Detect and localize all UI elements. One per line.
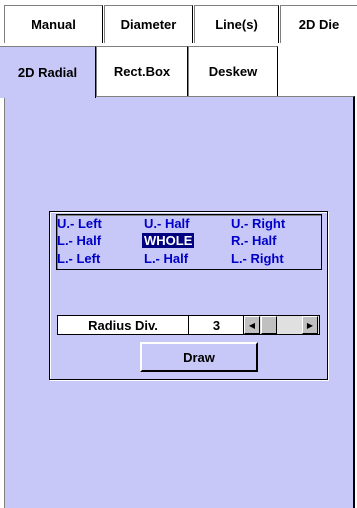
tab-deskew[interactable]: Deskew: [188, 46, 278, 96]
tab-2d-radial[interactable]: 2D Radial: [0, 46, 96, 98]
sector-upper-left[interactable]: U.- Left: [57, 216, 102, 231]
sector-lower-half[interactable]: L.- Half: [144, 251, 188, 266]
scroll-thumb[interactable]: [261, 316, 277, 334]
sector-upper-right[interactable]: U.- Right: [231, 216, 285, 231]
tab-label: Line(s): [215, 17, 258, 32]
tab-rect-box[interactable]: Rect.Box: [96, 46, 188, 96]
sector-left-half[interactable]: L.- Half: [57, 233, 101, 248]
radius-div-value[interactable]: 3: [190, 316, 244, 334]
tab-label: 2D Die: [298, 17, 340, 32]
sector-lower-right[interactable]: L.- Right: [231, 251, 284, 266]
tab-label: Rect.Box: [113, 64, 171, 79]
tab-label: Manual: [31, 17, 76, 32]
tab-2d-die[interactable]: 2D Die: [280, 5, 357, 43]
scroll-right-arrow-icon[interactable]: ▶: [302, 316, 318, 334]
tab-diameter[interactable]: Diameter: [104, 5, 193, 43]
sector-upper-half[interactable]: U.- Half: [144, 216, 190, 231]
tab-manual[interactable]: Manual: [4, 5, 103, 43]
radius-div-scrollbar[interactable]: ◀ ▶: [244, 316, 319, 334]
tab-label: 2D Radial: [17, 65, 78, 80]
sector-selector: U.- Left U.- Half U.- Right L.- Half WHO…: [56, 214, 322, 270]
radius-div-label: Radius Div.: [58, 316, 189, 334]
tab-label: Deskew: [208, 64, 258, 79]
tab-lines[interactable]: Line(s): [194, 5, 279, 43]
sector-right-half[interactable]: R.- Half: [231, 233, 277, 248]
radius-division-control: Radius Div. 3 ◀ ▶: [57, 315, 320, 335]
tab-label: Diameter: [120, 17, 177, 32]
scroll-left-arrow-icon[interactable]: ◀: [244, 316, 260, 334]
tab-row-top: Manual Diameter Line(s) 2D Die: [0, 0, 357, 45]
sector-lower-left[interactable]: L.- Left: [57, 251, 100, 266]
draw-button[interactable]: Draw: [140, 342, 258, 372]
sector-whole[interactable]: WHOLE: [142, 233, 195, 248]
